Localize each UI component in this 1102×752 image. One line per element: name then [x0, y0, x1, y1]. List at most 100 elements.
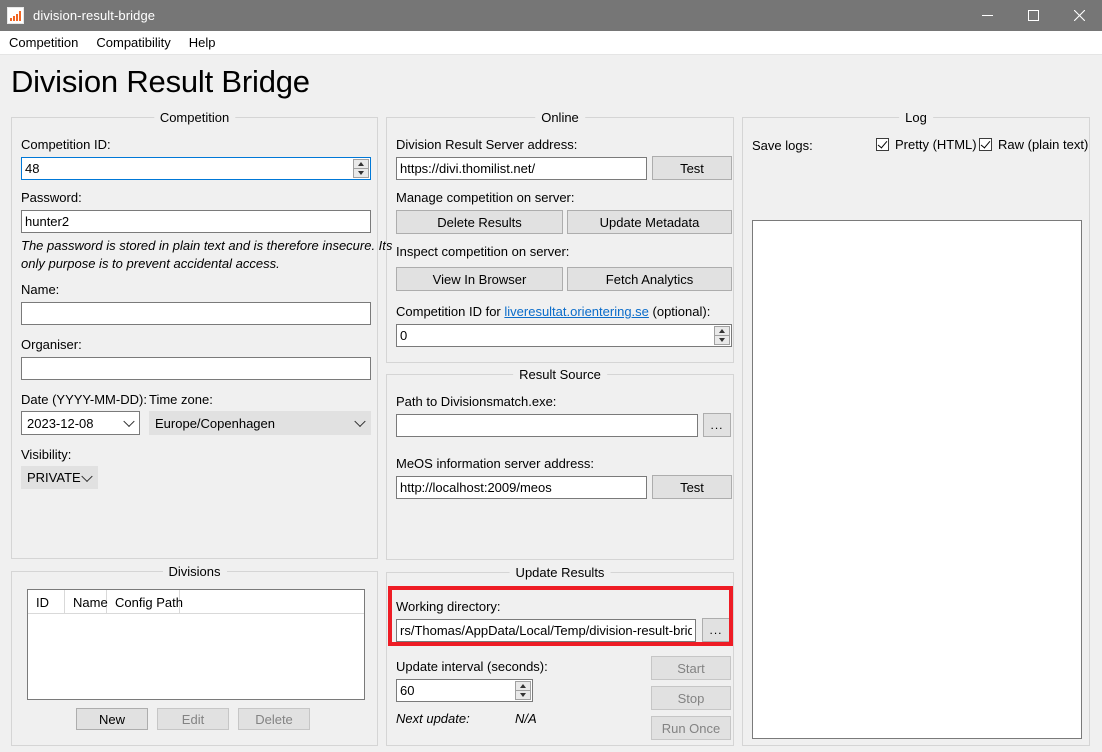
server-address-test-button[interactable]: Test [652, 156, 732, 180]
column-header-config-path[interactable]: Config Path [107, 590, 183, 614]
delete-division-button[interactable]: Delete [238, 708, 310, 730]
spin-up-icon[interactable] [353, 159, 369, 168]
menu-competition[interactable]: Competition [0, 32, 87, 54]
update-interval-stepper[interactable] [396, 679, 533, 702]
divisions-table[interactable]: ID Name Config Path [27, 589, 365, 700]
timezone-combobox[interactable]: Europe/Copenhagen [149, 411, 371, 435]
date-label: Date (YYYY-MM-DD): [21, 392, 147, 407]
new-division-button[interactable]: New [76, 708, 148, 730]
main-content: Division Result Bridge Competition Compe… [0, 56, 1102, 752]
column-header-id[interactable]: ID [28, 590, 65, 614]
stop-button[interactable]: Stop [651, 686, 731, 710]
fetch-analytics-button[interactable]: Fetch Analytics [567, 267, 732, 291]
name-label: Name: [21, 282, 60, 297]
delete-results-button[interactable]: Delete Results [396, 210, 563, 234]
run-once-button[interactable]: Run Once [651, 716, 731, 740]
date-combobox[interactable]: 2023-12-08 [21, 411, 140, 435]
liveresultat-label-pre: Competition ID for [396, 304, 505, 319]
divisions-panel: Divisions ID Name Config Path New Edit D… [11, 564, 378, 746]
liveresultat-spin-buttons[interactable] [714, 326, 730, 345]
divisions-table-header: ID Name Config Path [28, 590, 364, 614]
window-titlebar: division-result-bridge [0, 0, 1102, 31]
chevron-down-icon [123, 415, 135, 428]
competition-id-input[interactable] [21, 157, 371, 180]
password-note-line2: only purpose is to prevent accidental ac… [21, 256, 280, 271]
visibility-label: Visibility: [21, 447, 72, 462]
chevron-down-icon [81, 470, 93, 482]
competition-id-label: Competition ID: [21, 137, 111, 152]
organiser-label: Organiser: [21, 337, 82, 352]
spin-down-icon[interactable] [515, 690, 531, 700]
update-interval-spin-buttons[interactable] [515, 681, 531, 700]
chevron-down-icon [354, 415, 366, 428]
start-button[interactable]: Start [651, 656, 731, 680]
checkbox-checked-icon [876, 138, 889, 151]
liveresultat-id-stepper[interactable] [396, 324, 732, 347]
raw-plain-text-checkbox[interactable]: Raw (plain text) [979, 137, 1088, 152]
result-source-panel: Result Source Path to Divisionsmatch.exe… [386, 367, 734, 560]
divisions-group-title: Divisions [162, 564, 227, 579]
divisionsmatch-path-browse-button[interactable]: ... [703, 413, 731, 437]
timezone-value: Europe/Copenhagen [155, 415, 275, 431]
competition-panel: Competition Competition ID: Password: Th… [11, 110, 392, 559]
visibility-combobox[interactable]: PRIVATE [21, 466, 98, 489]
timezone-label: Time zone: [149, 392, 213, 407]
pretty-html-checkbox[interactable]: Pretty (HTML) [876, 137, 977, 152]
password-note-line1: The password is stored in plain text and… [21, 238, 393, 253]
log-panel: Log Save logs: Pretty (HTML) Raw (plain … [742, 110, 1090, 746]
view-in-browser-button[interactable]: View In Browser [396, 267, 563, 291]
server-address-label: Division Result Server address: [396, 137, 578, 152]
divisionsmatch-path-label: Path to Divisionsmatch.exe: [396, 394, 557, 409]
window-controls [964, 0, 1102, 31]
result-source-group-title: Result Source [513, 367, 607, 382]
chart-bars-icon [7, 7, 24, 24]
liveresultat-label-post: (optional): [648, 304, 711, 319]
page-title: Division Result Bridge [11, 64, 310, 99]
working-directory-label: Working directory: [396, 599, 501, 614]
menubar: Competition Compatibility Help [0, 31, 1102, 55]
liveresultat-link[interactable]: liveresultat.orientering.se [504, 304, 649, 319]
raw-plain-text-label: Raw (plain text) [998, 137, 1089, 152]
working-directory-browse-button[interactable]: ... [702, 618, 730, 642]
menu-help[interactable]: Help [180, 32, 225, 54]
liveresultat-label: Competition ID for liveresultat.orienter… [396, 304, 710, 319]
online-group-title: Online [535, 110, 585, 125]
manage-competition-label: Manage competition on server: [396, 190, 575, 205]
password-input[interactable] [21, 210, 371, 233]
spin-down-icon[interactable] [714, 335, 730, 345]
window-title: division-result-bridge [33, 8, 156, 23]
liveresultat-id-input[interactable] [396, 324, 732, 347]
close-icon[interactable] [1056, 0, 1102, 31]
log-group-title: Log [899, 110, 933, 125]
log-output-textarea[interactable] [752, 220, 1082, 739]
online-panel: Online Division Result Server address: T… [386, 110, 734, 363]
spin-up-icon[interactable] [714, 326, 730, 335]
visibility-value: PRIVATE [27, 470, 81, 485]
date-value: 2023-12-08 [27, 415, 94, 431]
competition-id-spin-buttons[interactable] [353, 159, 369, 178]
name-input[interactable] [21, 302, 371, 325]
column-header-name[interactable]: Name [65, 590, 108, 614]
update-results-group-title: Update Results [509, 565, 611, 580]
spin-up-icon[interactable] [515, 681, 531, 690]
server-address-input[interactable] [396, 157, 647, 180]
divisionsmatch-path-input[interactable] [396, 414, 698, 437]
inspect-competition-label: Inspect competition on server: [396, 244, 570, 259]
next-update-label: Next update: [396, 711, 470, 726]
competition-id-stepper[interactable] [21, 157, 371, 180]
working-directory-input[interactable] [396, 619, 696, 642]
meos-address-label: MeOS information server address: [396, 456, 594, 471]
edit-division-button[interactable]: Edit [157, 708, 229, 730]
meos-test-button[interactable]: Test [652, 475, 732, 499]
update-interval-label: Update interval (seconds): [396, 659, 548, 674]
maximize-icon[interactable] [1010, 0, 1056, 31]
column-header-spacer [180, 590, 364, 614]
minimize-icon[interactable] [964, 0, 1010, 31]
meos-address-input[interactable] [396, 476, 647, 499]
organiser-input[interactable] [21, 357, 371, 380]
update-interval-input[interactable] [396, 679, 533, 702]
next-update-value: N/A [515, 711, 537, 726]
menu-compatibility[interactable]: Compatibility [87, 32, 179, 54]
update-metadata-button[interactable]: Update Metadata [567, 210, 732, 234]
spin-down-icon[interactable] [353, 168, 369, 178]
